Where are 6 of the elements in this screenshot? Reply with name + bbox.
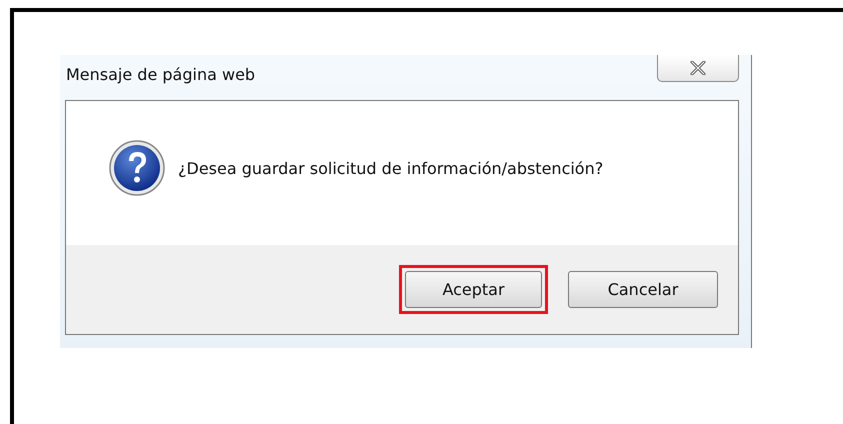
dialog-button[interactable]: Aceptar: [405, 271, 542, 308]
message-text: ¿Desea guardar solicitud de información/abstención?: [178, 158, 604, 178]
dialog-button[interactable]: Cancelar: [568, 271, 718, 308]
window-title: Mensaje de página web: [66, 65, 256, 84]
close-button[interactable]: [657, 55, 739, 82]
question-icon: [108, 139, 166, 197]
